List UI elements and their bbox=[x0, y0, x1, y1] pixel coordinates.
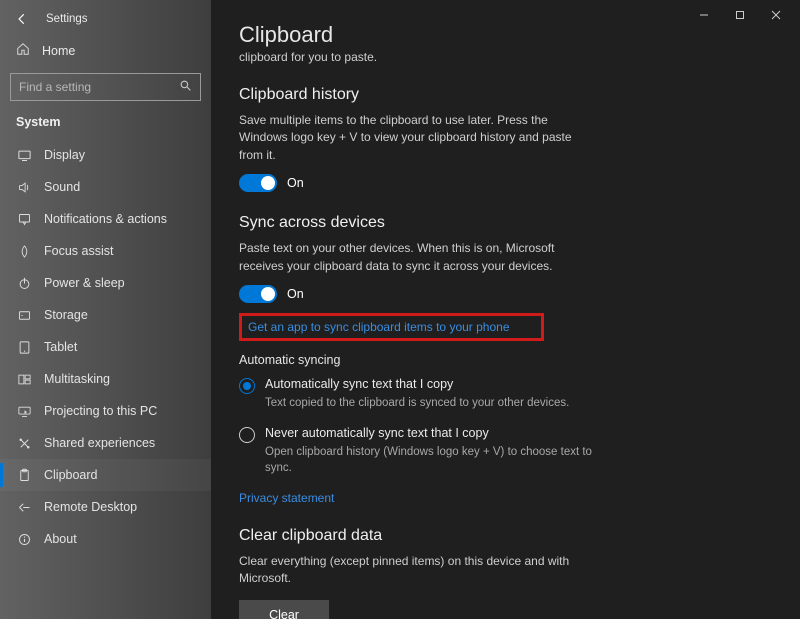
sidebar: Settings Home System Display Sound Notif… bbox=[0, 0, 211, 619]
projecting-icon bbox=[16, 403, 32, 419]
notifications-icon bbox=[16, 211, 32, 227]
history-heading: Clipboard history bbox=[239, 86, 772, 104]
search-input[interactable] bbox=[19, 80, 179, 94]
power-icon bbox=[16, 275, 32, 291]
sidebar-item-clipboard[interactable]: Clipboard bbox=[0, 459, 211, 491]
close-button[interactable] bbox=[758, 4, 794, 26]
clear-button[interactable]: Clear bbox=[239, 600, 329, 619]
sidebar-item-label: Shared experiences bbox=[44, 436, 155, 450]
focus-icon bbox=[16, 243, 32, 259]
close-icon bbox=[771, 10, 781, 20]
sidebar-item-remote-desktop[interactable]: Remote Desktop bbox=[0, 491, 211, 523]
history-desc: Save multiple items to the clipboard to … bbox=[239, 112, 579, 164]
sidebar-item-label: Focus assist bbox=[44, 244, 113, 258]
minimize-button[interactable] bbox=[686, 4, 722, 26]
sidebar-item-label: Clipboard bbox=[44, 468, 98, 482]
history-toggle-label: On bbox=[287, 176, 304, 190]
history-toggle[interactable] bbox=[239, 174, 277, 192]
multitasking-icon bbox=[16, 371, 32, 387]
sidebar-item-shared-experiences[interactable]: Shared experiences bbox=[0, 427, 211, 459]
sidebar-item-multitasking[interactable]: Multitasking bbox=[0, 363, 211, 395]
sidebar-home[interactable]: Home bbox=[0, 32, 211, 65]
sidebar-item-label: About bbox=[44, 532, 77, 546]
sync-desc: Paste text on your other devices. When t… bbox=[239, 240, 579, 275]
sync-toggle-label: On bbox=[287, 287, 304, 301]
sidebar-item-notifications[interactable]: Notifications & actions bbox=[0, 203, 211, 235]
radio-never-sync[interactable] bbox=[239, 427, 255, 443]
radio-never-sync-sub: Open clipboard history (Windows logo key… bbox=[265, 444, 595, 477]
sidebar-item-display[interactable]: Display bbox=[0, 139, 211, 171]
sidebar-home-label: Home bbox=[42, 44, 75, 58]
storage-icon bbox=[16, 307, 32, 323]
sidebar-item-label: Projecting to this PC bbox=[44, 404, 157, 418]
tablet-icon bbox=[16, 339, 32, 355]
back-button[interactable] bbox=[12, 9, 32, 29]
sidebar-item-power-sleep[interactable]: Power & sleep bbox=[0, 267, 211, 299]
sidebar-item-sound[interactable]: Sound bbox=[0, 171, 211, 203]
home-icon bbox=[16, 42, 30, 59]
sidebar-item-label: Notifications & actions bbox=[44, 212, 167, 226]
window-controls bbox=[686, 4, 794, 26]
clear-desc: Clear everything (except pinned items) o… bbox=[239, 553, 579, 588]
app-label: Settings bbox=[46, 13, 88, 25]
sidebar-item-tablet[interactable]: Tablet bbox=[0, 331, 211, 363]
minimize-icon bbox=[699, 10, 709, 20]
sidebar-item-label: Multitasking bbox=[44, 372, 110, 386]
page-subtitle: clipboard for you to paste. bbox=[239, 50, 772, 64]
shared-icon bbox=[16, 435, 32, 451]
sync-heading: Sync across devices bbox=[239, 214, 772, 232]
remote-icon bbox=[16, 499, 32, 515]
radio-never-sync-label: Never automatically sync text that I cop… bbox=[265, 426, 595, 440]
radio-auto-sync[interactable] bbox=[239, 378, 255, 394]
sidebar-item-label: Tablet bbox=[44, 340, 77, 354]
about-icon bbox=[16, 531, 32, 547]
arrow-left-icon bbox=[15, 12, 29, 26]
get-app-link[interactable]: Get an app to sync clipboard items to yo… bbox=[248, 320, 510, 334]
sidebar-item-about[interactable]: About bbox=[0, 523, 211, 555]
maximize-icon bbox=[735, 10, 745, 20]
radio-auto-sync-label: Automatically sync text that I copy bbox=[265, 377, 569, 391]
sidebar-item-storage[interactable]: Storage bbox=[0, 299, 211, 331]
sidebar-item-label: Remote Desktop bbox=[44, 500, 137, 514]
sidebar-item-focus-assist[interactable]: Focus assist bbox=[0, 235, 211, 267]
auto-syncing-title: Automatic syncing bbox=[239, 353, 772, 367]
sync-toggle[interactable] bbox=[239, 285, 277, 303]
clipboard-icon bbox=[16, 467, 32, 483]
search-input-wrap[interactable] bbox=[10, 73, 201, 101]
sidebar-item-label: Storage bbox=[44, 308, 88, 322]
sidebar-item-projecting[interactable]: Projecting to this PC bbox=[0, 395, 211, 427]
display-icon bbox=[16, 147, 32, 163]
main-panel: Clipboard clipboard for you to paste. Cl… bbox=[211, 0, 800, 619]
sidebar-item-label: Display bbox=[44, 148, 85, 162]
sidebar-item-label: Power & sleep bbox=[44, 276, 125, 290]
privacy-link[interactable]: Privacy statement bbox=[239, 491, 334, 505]
search-icon bbox=[179, 79, 192, 95]
clear-heading: Clear clipboard data bbox=[239, 527, 772, 545]
sidebar-section-title: System bbox=[0, 111, 211, 139]
radio-auto-sync-sub: Text copied to the clipboard is synced t… bbox=[265, 395, 569, 412]
maximize-button[interactable] bbox=[722, 4, 758, 26]
sound-icon bbox=[16, 179, 32, 195]
highlighted-link-box: Get an app to sync clipboard items to yo… bbox=[239, 313, 544, 341]
sidebar-item-label: Sound bbox=[44, 180, 80, 194]
